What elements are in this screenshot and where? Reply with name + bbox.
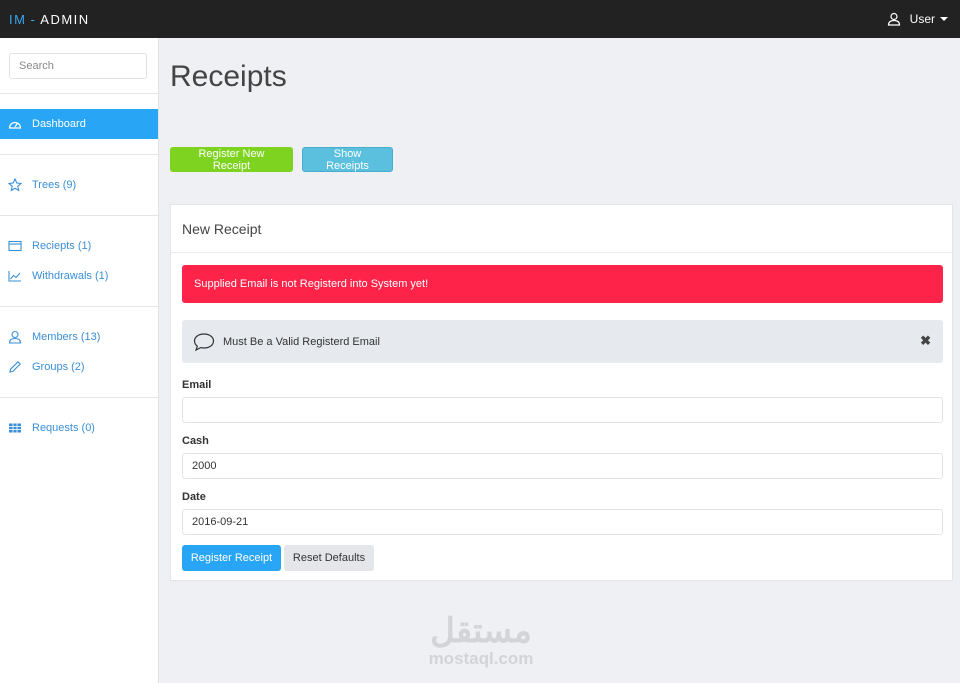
nav-group-main: Dashboard [0, 94, 158, 155]
sidebar-item-groups[interactable]: Groups (2) [0, 352, 158, 382]
sidebar-item-dashboard[interactable]: Dashboard [0, 109, 158, 139]
user-label: User [909, 12, 935, 26]
close-icon[interactable]: ✖ [920, 333, 931, 349]
nav-group-trees: Trees (9) [0, 155, 158, 216]
watermark-latin: mostaql.com [428, 649, 534, 668]
top-navbar: IM - ADMIN User [0, 0, 960, 38]
caret-down-icon [940, 17, 948, 21]
nav-group-finance: Reciepts (1) Withdrawals (1) [0, 216, 158, 307]
sidebar-item-reciepts[interactable]: Reciepts (1) [0, 231, 158, 261]
brand-admin: ADMIN [40, 11, 90, 27]
register-new-receipt-button[interactable]: Register New Receipt [170, 147, 293, 172]
nav-group-people: Members (13) Groups (2) [0, 307, 158, 398]
sidebar-item-requests[interactable]: Requests (0) [0, 413, 158, 443]
sidebar-item-label: Groups (2) [32, 361, 85, 373]
chat-bubble-icon [193, 332, 215, 351]
cash-field[interactable] [182, 453, 943, 479]
sidebar-item-withdrawals[interactable]: Withdrawals (1) [0, 261, 158, 291]
brand-im: IM [9, 11, 27, 27]
brand-logo[interactable]: IM - ADMIN [9, 12, 90, 27]
reset-defaults-button[interactable]: Reset Defaults [284, 545, 374, 571]
sidebar-item-label: Withdrawals (1) [32, 270, 109, 282]
dashboard-icon [8, 121, 22, 129]
page-title: Receipts [170, 60, 287, 93]
pencil-icon [9, 361, 21, 373]
info-alert: Must Be a Valid Registerd Email ✖ [182, 320, 943, 363]
sidebar-item-label: Dashboard [32, 118, 86, 130]
sidebar-item-label: Trees (9) [32, 179, 77, 191]
search-input[interactable] [9, 53, 147, 79]
email-field[interactable] [182, 397, 943, 423]
sidebar-item-label: Members (13) [32, 331, 101, 343]
sidebar-search [0, 38, 158, 94]
nav-group-requests: Requests (0) [0, 398, 158, 458]
star-icon [8, 178, 22, 192]
email-label: Email [182, 379, 212, 391]
cash-label: Cash [182, 435, 209, 447]
date-label: Date [182, 491, 206, 503]
sidebar-item-trees[interactable]: Trees (9) [0, 170, 158, 200]
user-icon [8, 330, 22, 344]
register-receipt-button[interactable]: Register Receipt [182, 545, 281, 571]
sidebar: Dashboard Trees (9) Reciepts (1) Withdra… [0, 38, 159, 683]
error-alert: Supplied Email is not Registerd into Sys… [182, 265, 943, 303]
date-field[interactable] [182, 509, 943, 535]
sidebar-item-label: Reciepts (1) [32, 240, 92, 252]
table-icon [9, 423, 21, 433]
user-icon [887, 12, 900, 26]
watermark-logo: مستقل mostaql.com [421, 612, 541, 668]
sidebar-item-label: Requests (0) [32, 422, 95, 434]
chart-icon [8, 271, 21, 282]
card-icon [8, 240, 22, 252]
info-message: Must Be a Valid Registerd Email [223, 335, 380, 348]
brand-separator: - [30, 11, 37, 27]
watermark-arabic: مستقل [430, 612, 532, 650]
new-receipt-panel: New Receipt Supplied Email is not Regist… [170, 204, 953, 581]
sidebar-item-members[interactable]: Members (13) [0, 322, 158, 352]
show-receipts-button[interactable]: Show Receipts [302, 147, 393, 172]
panel-title: New Receipt [171, 205, 952, 253]
user-menu[interactable]: User [887, 12, 948, 26]
main-content: Receipts Register New Receipt Show Recei… [159, 38, 960, 683]
